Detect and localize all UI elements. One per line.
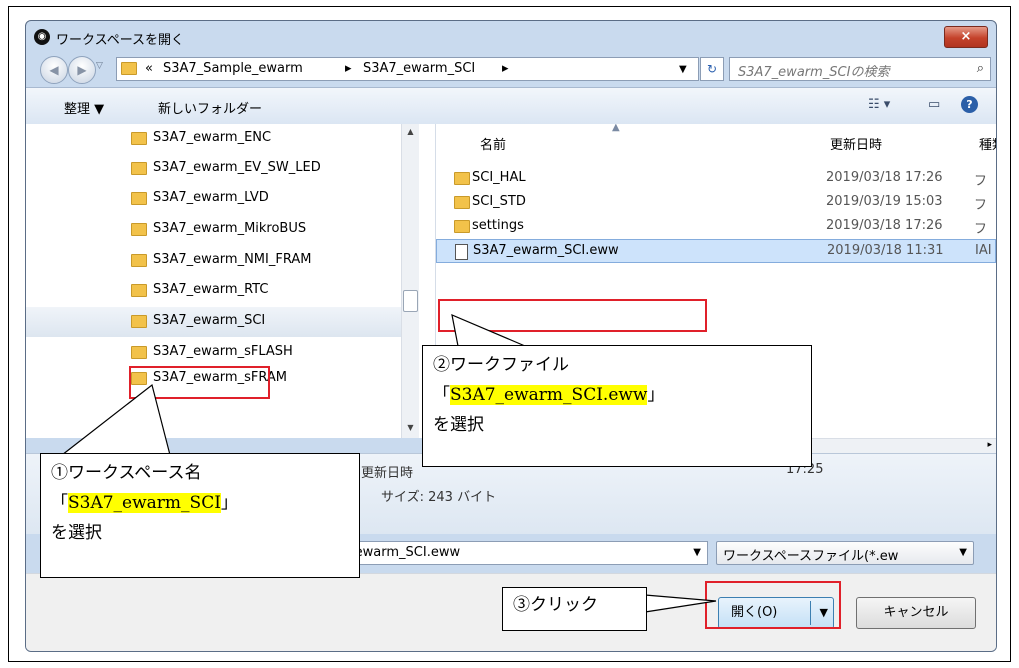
filetype-select[interactable]: ワークスペースファイル(*.ew ▼ [716,541,974,565]
search-icon: ⌕ [976,61,984,76]
folder-icon [131,132,147,145]
breadcrumb-separator[interactable]: ▸ [502,61,509,76]
folder-icon [131,223,147,236]
breadcrumb-sci[interactable]: S3A7_ewarm_SCI [363,61,475,76]
filetype-value: ワークスペースファイル(*.ew [723,549,899,564]
new-folder-button[interactable]: 新しいフォルダー [158,98,262,117]
folder-icon [131,346,147,359]
folder-icon [131,162,147,175]
address-bar[interactable]: « S3A7_Sample_ewarm ▸ S3A7_ewarm_SCI ▸ ▼ [116,57,699,81]
chevron-down-icon: ▼ [959,547,967,558]
column-header-date[interactable]: 更新日時 [830,134,882,153]
file-row[interactable]: SCI_STD 2019/03/19 15:03 フ [436,191,996,215]
back-button[interactable]: ◀ [40,56,68,84]
sort-arrow-icon: ▲ [612,124,620,133]
callout-line: を選択 [433,415,484,435]
organize-button[interactable]: 整理 ▼ [64,98,104,117]
preview-pane-icon[interactable]: ▭ [928,97,940,112]
navigation-pane: S3A7_ewarm_ENC S3A7_ewarm_EV_SW_LED S3A7… [26,124,436,438]
callout-click: ③クリック [502,587,647,631]
folder-icon [131,315,147,328]
dialog-title: ワークスペースを開く [56,33,185,48]
forward-button[interactable]: ▶ [68,56,96,84]
workspace-file-icon [455,244,468,260]
help-icon[interactable]: ? [961,96,978,113]
chevron-down-icon[interactable]: ▼ [679,64,687,75]
callout-line: ①ワークスペース名 [51,463,202,483]
folder-icon [121,62,137,75]
scroll-down-icon[interactable]: ▼ [402,420,419,436]
folder-icon [454,172,470,185]
tree-item[interactable]: S3A7_ewarm_EV_SW_LED [26,154,401,184]
chevron-down-icon[interactable]: ▼ [820,598,828,628]
search-placeholder: S3A7_ewarm_SCIの検索 [738,65,890,80]
tree-item[interactable]: S3A7_ewarm_sFRAM [26,364,401,394]
close-button[interactable]: × [944,26,988,48]
search-input[interactable]: S3A7_ewarm_SCIの検索 ⌕ [729,57,991,81]
app-icon: ◉ [34,29,50,45]
folder-icon [454,220,470,233]
filename-input[interactable]: A7_ewarm_SCI.eww ▼ [326,541,708,565]
column-header-name[interactable]: 名前 [480,134,506,153]
toolbar: 整理 ▼ 新しいフォルダー ☷ ▾ ▭ ? [26,87,996,125]
folder-icon [454,196,470,209]
breadcrumb-sample[interactable]: S3A7_Sample_ewarm [163,61,303,76]
file-row-selected[interactable]: S3A7_ewarm_SCI.eww 2019/03/18 11:31 IAI [436,239,996,263]
callout-line: 「S3A7_ewarm_SCI.eww」 [433,385,665,405]
column-header-type[interactable]: 種類 [979,134,996,153]
tree-item[interactable]: S3A7_ewarm_MikroBUS [26,215,401,245]
view-options-icon[interactable]: ☷ ▾ [868,97,890,112]
folder-icon [131,254,147,267]
scroll-right-icon[interactable]: ▸ [987,440,992,450]
recent-locations-icon[interactable]: ▽ [96,61,103,71]
folder-icon [131,372,147,385]
breadcrumb-overflow[interactable]: « [145,61,153,76]
detail-size: サイズ: 243 バイト [381,490,497,505]
nav-scrollbar[interactable]: ▲ ▼ [401,124,419,438]
tree-item[interactable]: S3A7_ewarm_RTC [26,276,401,306]
open-button-label: 開く(O) [731,605,778,620]
folder-icon [131,192,147,205]
file-row[interactable]: SCI_HAL 2019/03/18 17:26 フ [436,167,996,191]
open-button[interactable]: 開く(O) ▼ [718,597,834,629]
breadcrumb-separator[interactable]: ▸ [345,61,352,76]
split-divider [810,601,811,625]
arrow-left-icon: ◀ [49,63,59,77]
tree-item[interactable]: S3A7_ewarm_ENC [26,124,401,154]
refresh-button[interactable]: ↻ [700,57,724,81]
callout-line: 「S3A7_ewarm_SCI」 [51,493,238,513]
callout-line: を選択 [51,523,102,543]
refresh-icon: ↻ [706,62,718,76]
detail-date-label: 更新日時 [361,466,414,481]
callout-select-workspace: ①ワークスペース名 「S3A7_ewarm_SCI」 を選択 [40,453,360,578]
tree-item[interactable]: S3A7_ewarm_LVD [26,184,401,214]
scroll-thumb[interactable] [403,290,418,312]
scroll-up-icon[interactable]: ▲ [402,124,419,140]
chevron-down-icon[interactable]: ▼ [693,547,701,558]
arrow-right-icon: ▶ [77,63,87,77]
callout-line: ②ワークファイル [433,355,569,375]
cancel-button[interactable]: キャンセル [856,597,976,629]
callout-select-workfile: ②ワークファイル 「S3A7_ewarm_SCI.eww」 を選択 [422,345,812,467]
file-row[interactable]: settings 2019/03/18 17:26 フ [436,215,996,239]
tree-item-selected[interactable]: S3A7_ewarm_SCI [26,307,401,337]
folder-icon [131,284,147,297]
tree-item[interactable]: S3A7_ewarm_NMI_FRAM [26,246,401,276]
